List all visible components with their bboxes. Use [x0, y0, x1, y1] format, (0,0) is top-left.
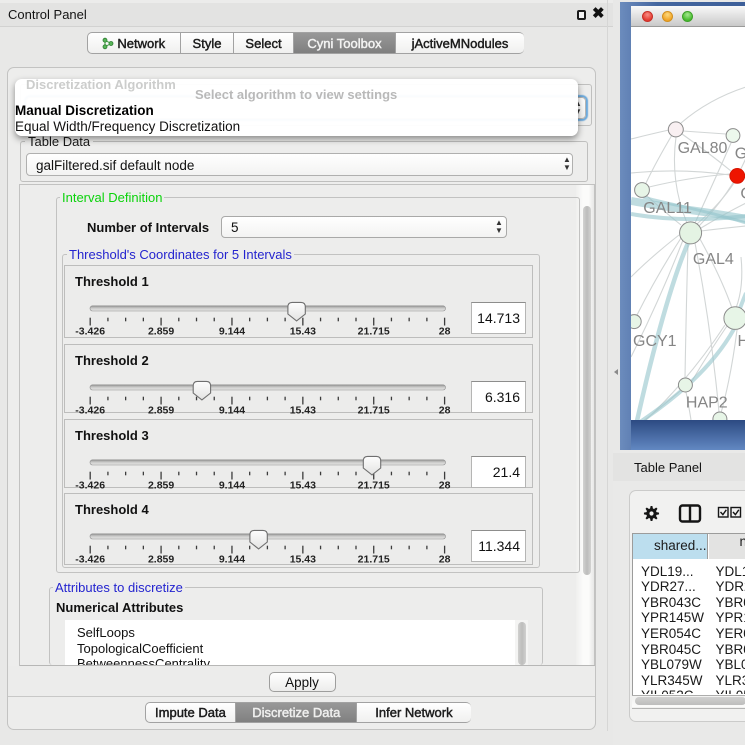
svg-text:-3.426: -3.426 [75, 325, 105, 337]
svg-text:H: H [738, 333, 745, 350]
svg-text:28: 28 [439, 325, 451, 337]
svg-text:GAL80: GAL80 [678, 140, 728, 157]
svg-text:HAP2: HAP2 [686, 394, 728, 411]
svg-text:15.43: 15.43 [290, 404, 316, 416]
svg-text:-3.426: -3.426 [75, 479, 105, 491]
svg-text:GCY1: GCY1 [633, 333, 677, 350]
svg-text:15.43: 15.43 [290, 553, 316, 565]
svg-text:GA: GA [735, 146, 745, 163]
svg-text:21.715: 21.715 [358, 325, 390, 337]
svg-text:15.43: 15.43 [290, 479, 316, 491]
svg-text:9.144: 9.144 [219, 404, 245, 416]
svg-text:21.715: 21.715 [358, 404, 390, 416]
svg-text:28: 28 [439, 479, 451, 491]
svg-text:28: 28 [439, 404, 451, 416]
svg-text:CY: CY [740, 186, 745, 203]
svg-text:2.859: 2.859 [148, 553, 174, 565]
svg-text:-3.426: -3.426 [75, 404, 105, 416]
svg-text:9.144: 9.144 [219, 553, 245, 565]
svg-text:2.859: 2.859 [148, 479, 174, 491]
svg-text:21.715: 21.715 [358, 553, 390, 565]
svg-text:28: 28 [439, 553, 451, 565]
svg-text:GAL4: GAL4 [693, 251, 734, 268]
svg-text:2.859: 2.859 [148, 404, 174, 416]
svg-text:GAL11: GAL11 [643, 200, 692, 217]
svg-text:21.715: 21.715 [358, 479, 390, 491]
svg-text:9.144: 9.144 [219, 479, 245, 491]
svg-text:2.859: 2.859 [148, 325, 174, 337]
svg-text:15.43: 15.43 [290, 325, 316, 337]
svg-text:-3.426: -3.426 [75, 553, 105, 565]
svg-text:9.144: 9.144 [219, 325, 245, 337]
